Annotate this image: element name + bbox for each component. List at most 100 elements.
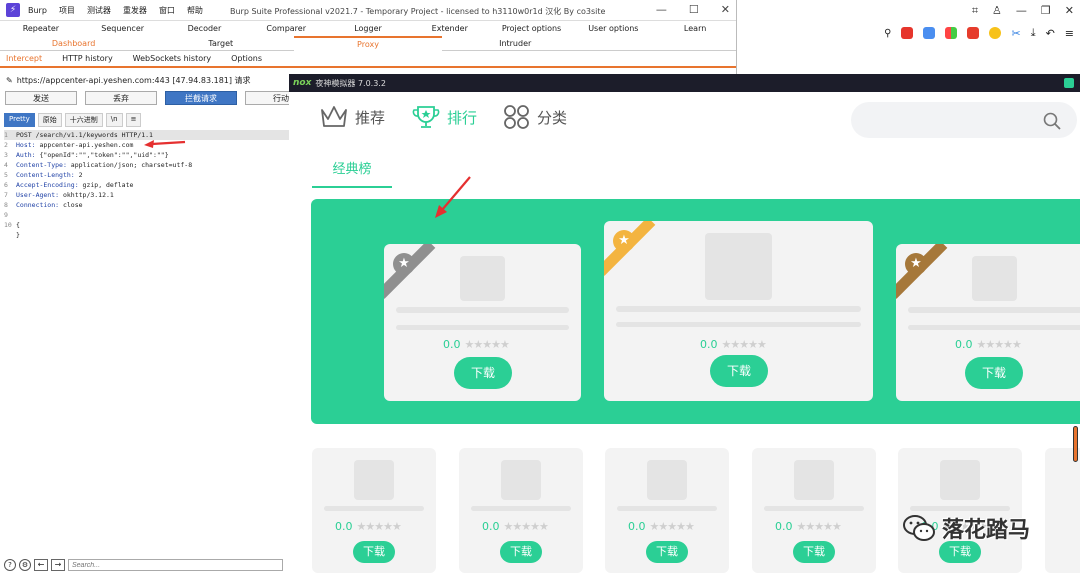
nav-category[interactable]: 分类: [503, 104, 567, 130]
download-button[interactable]: 下载: [939, 541, 981, 563]
search-icon[interactable]: ⚲: [884, 28, 891, 39]
line-text: 2: [74, 171, 83, 179]
menu-icon[interactable]: ≡: [1065, 27, 1074, 40]
app-card[interactable]: 0.0★★★★★ 下载: [605, 448, 729, 573]
undo-icon[interactable]: ↶: [1046, 27, 1055, 40]
maximize-icon[interactable]: ☐: [689, 3, 699, 16]
tools-extension-icon[interactable]: ✂: [1011, 27, 1020, 40]
header-name: Host:: [16, 141, 36, 149]
nav-ranking[interactable]: 排行: [411, 104, 477, 130]
menu-project[interactable]: 项目: [59, 5, 75, 16]
rating: 0.0 ★★★★★: [955, 338, 1022, 351]
tab-user-options[interactable]: User options: [572, 24, 654, 33]
download-button[interactable]: 下载: [454, 357, 512, 389]
settings-icon[interactable]: ⚙: [19, 559, 31, 571]
tab-sequencer[interactable]: Sequencer: [82, 24, 164, 33]
tab-http-history[interactable]: HTTP history: [62, 54, 113, 63]
app-icon-placeholder: [647, 460, 687, 500]
tab-classic-chart[interactable]: 经典榜: [312, 158, 392, 188]
download-button[interactable]: 下载: [646, 541, 688, 563]
drop-button[interactable]: 丢弃: [85, 91, 157, 105]
download-button[interactable]: 下载: [353, 541, 395, 563]
line-number: 2: [4, 141, 8, 149]
tab-logger[interactable]: Logger: [327, 24, 409, 33]
menu-intruder[interactable]: 测试器: [87, 5, 111, 16]
weibo-extension-icon[interactable]: [901, 27, 914, 39]
forward-button[interactable]: 发送: [5, 91, 77, 105]
pdf-extension-icon[interactable]: [967, 27, 980, 39]
minimize-icon[interactable]: —: [1016, 4, 1027, 18]
menu-repeater[interactable]: 重发器: [123, 5, 147, 16]
shirt-icon[interactable]: ♙: [992, 4, 1002, 18]
line-number: 8: [4, 201, 8, 209]
view-raw[interactable]: 原始: [37, 113, 62, 127]
tab-target[interactable]: Target: [147, 39, 294, 48]
search-prev-button[interactable]: ←: [34, 559, 48, 571]
line-number: 3: [4, 151, 8, 159]
tab-options[interactable]: Options: [231, 54, 262, 63]
app-card[interactable]: 0.0★★★★★ 下载: [459, 448, 583, 573]
menu-window[interactable]: 窗口: [159, 5, 175, 16]
search-icon[interactable]: [1043, 112, 1061, 130]
translate-extension-icon[interactable]: [923, 27, 936, 39]
intercept-toggle-button[interactable]: 拦截请求: [165, 91, 237, 105]
request-line: 4 Content-Type: application/json; charset…: [4, 160, 290, 170]
minimize-icon[interactable]: —: [656, 3, 667, 16]
nav-recommend[interactable]: 推荐: [319, 104, 385, 130]
app-card[interactable]: 0.0★★★★★ 下载: [752, 448, 876, 573]
download-button[interactable]: 下载: [710, 355, 768, 387]
pencil-icon[interactable]: ✎: [6, 76, 13, 85]
app-card[interactable]: 0.0★★★★★ 下载: [898, 448, 1022, 573]
menu-help[interactable]: 帮助: [187, 5, 203, 16]
moon-extension-icon[interactable]: [989, 27, 1002, 39]
download-icon[interactable]: ⤓: [1031, 26, 1036, 40]
help-icon[interactable]: ?: [4, 559, 16, 571]
download-button[interactable]: 下载: [965, 357, 1023, 389]
view-newline-toggle[interactable]: \n: [105, 113, 123, 127]
menu-burp[interactable]: Burp: [28, 6, 47, 15]
request-line: 8 Connection: close: [4, 200, 290, 210]
reading-icon[interactable]: ⌗: [972, 4, 978, 18]
star-icons: ★★★★★: [356, 520, 402, 533]
app-card[interactable]: 0.0★★★★★ 下载: [312, 448, 436, 573]
tab-project-options[interactable]: Project options: [491, 24, 573, 33]
tab-comparer[interactable]: Comparer: [245, 24, 327, 33]
tab-repeater[interactable]: Repeater: [0, 24, 82, 33]
editor-view-tabs: Pretty 原始 十六进制 \n ≡: [0, 108, 290, 130]
tab-intruder[interactable]: Intruder: [442, 39, 589, 48]
crown-icon: [321, 106, 347, 127]
search-next-button[interactable]: →: [51, 559, 65, 571]
download-button[interactable]: 下载: [500, 541, 542, 563]
close-icon[interactable]: ✕: [721, 3, 730, 16]
tab-dashboard[interactable]: Dashboard: [0, 39, 147, 48]
header-name: User-Agent:: [16, 191, 60, 199]
nav-ranking-label: 排行: [447, 108, 478, 127]
nox-status-icon[interactable]: [1064, 78, 1074, 88]
app-icon-placeholder: [794, 460, 834, 500]
tab-learn[interactable]: Learn: [654, 24, 736, 33]
tab-websockets-history[interactable]: WebSockets history: [133, 54, 211, 63]
ranking-card-3[interactable]: ★ 0.0 ★★★★★ 下载: [896, 244, 1080, 401]
tab-intercept[interactable]: Intercept: [6, 54, 42, 63]
download-button[interactable]: 下载: [793, 541, 835, 563]
app-name-placeholder: [471, 506, 571, 511]
tab-decoder[interactable]: Decoder: [164, 24, 246, 33]
view-hex[interactable]: 十六进制: [64, 113, 103, 127]
apps-extension-icon[interactable]: [945, 27, 958, 39]
ranking-card-1[interactable]: ★ 0.0 ★★★★★ 下载: [604, 221, 873, 401]
rating: 0.0 ★★★★★: [443, 338, 510, 351]
line-text: close: [59, 201, 83, 209]
ranking-card-2[interactable]: ★ 0.0 ★★★★★ 下载: [384, 244, 581, 401]
close-icon[interactable]: ✕: [1065, 4, 1074, 18]
nox-scrollbar[interactable]: [1073, 426, 1078, 462]
tab-proxy[interactable]: Proxy: [294, 36, 442, 51]
view-menu[interactable]: ≡: [125, 113, 142, 127]
tab-extender[interactable]: Extender: [409, 24, 491, 33]
restore-icon[interactable]: ❐: [1041, 4, 1051, 18]
nox-search-box[interactable]: [851, 102, 1077, 138]
app-card-partial[interactable]: [1045, 448, 1080, 573]
proxy-subtabs: Intercept HTTP history WebSockets histor…: [0, 51, 736, 68]
view-pretty[interactable]: Pretty: [4, 113, 35, 127]
rating-value: 0.0: [335, 520, 353, 533]
search-input[interactable]: [68, 559, 283, 571]
